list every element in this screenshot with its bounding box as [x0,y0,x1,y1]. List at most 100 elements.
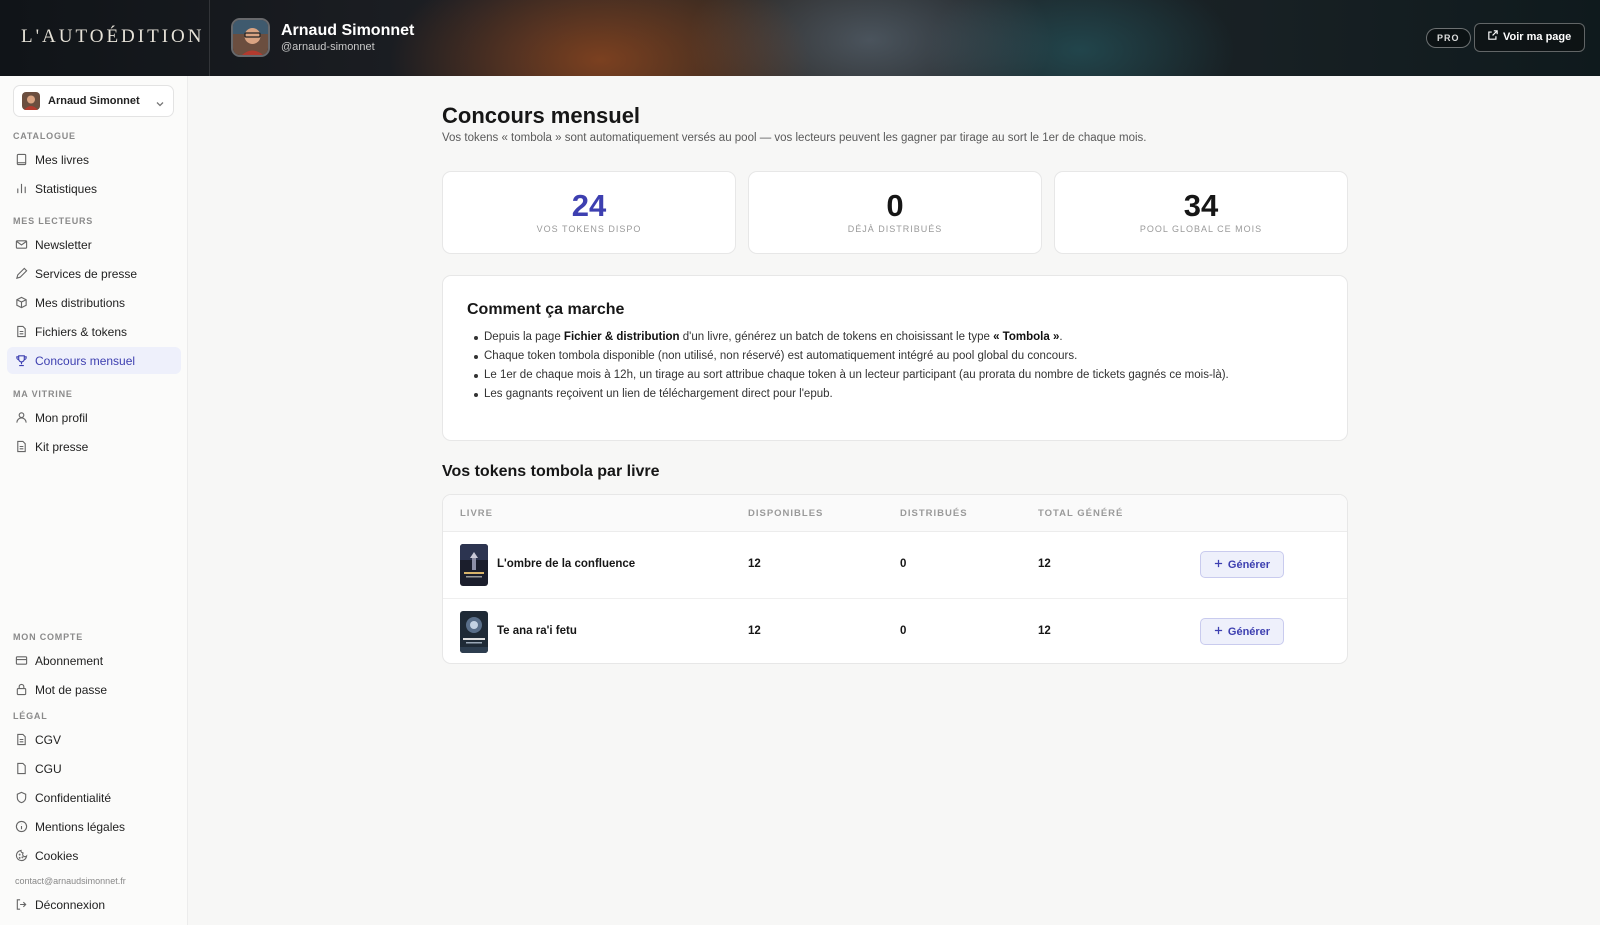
user-icon [15,411,28,424]
section-ma-vitrine: MA VITRINE [13,389,73,399]
stat-card-tokens-dispo: 24 VOS TOKENS DISPO [442,171,736,254]
text: d'un livre, générez un batch de tokens e… [679,331,994,343]
book-title[interactable]: Te ana ra'i fetu [497,625,577,637]
sidebar-item-label: Fichiers & tokens [35,324,128,339]
document-icon [15,440,28,453]
sidebar-item-label: Statistiques [35,181,98,196]
sidebar-item-mes-livres[interactable]: Mes livres [7,146,181,173]
emphasis: Fichier & distribution [563,331,680,343]
sidebar-item-cookies[interactable]: Cookies [7,842,181,869]
stat-card-pool-global: 34 POOL GLOBAL CE MOIS [1054,171,1348,254]
section-mes-lecteurs: MES LECTEURS [13,216,94,226]
sidebar-item-concours-mensuel[interactable]: Concours mensuel [7,347,181,374]
stat-label: VOS TOKENS DISPO [536,224,642,234]
generate-button[interactable]: Générer [1200,618,1284,645]
sidebar-item-label: Mon profil [35,410,88,425]
table-row: L'ombre de la confluence 12 0 12 Générer [443,532,1347,598]
sidebar-item-cgu[interactable]: CGU [7,755,181,782]
table-header: LIVRE DISPONIBLES DISTRIBUÉS TOTAL GÉNÉR… [443,495,1347,532]
author-handle: @arnaud-simonnet [281,41,375,53]
sidebar-item-distributions[interactable]: Mes distributions [7,289,181,316]
list-item: Les gagnants reçoivent un lien de téléch… [474,385,1229,404]
emphasis: « Tombola » [993,331,1060,343]
table-row: Te ana ra'i fetu 12 0 12 Générer [443,598,1347,663]
page-subtitle: Vos tokens « tombola » sont automatiquem… [442,132,1147,144]
sidebar-item-mon-profil[interactable]: Mon profil [7,404,181,431]
page-title: Concours mensuel [442,103,641,128]
sidebar-item-label: Mot de passe [35,682,108,697]
how-it-works-title: Comment ça marche [467,301,625,318]
section-mon-compte: MON COMPTE [13,632,83,642]
sidebar-item-services-presse[interactable]: Services de presse [7,260,181,287]
sidebar-item-statistiques[interactable]: Statistiques [7,175,181,202]
author-name: Arnaud Simonnet [281,22,415,39]
view-my-page-button[interactable]: Voir ma page [1474,23,1586,52]
sidebar-item-mot-de-passe[interactable]: Mot de passe [7,676,181,703]
logout-button[interactable]: Déconnexion [7,891,181,918]
sidebar-item-label: CGU [35,761,62,776]
logout-label: Déconnexion [35,897,106,912]
cell-total: 12 [1038,558,1051,570]
book-title[interactable]: L'ombre de la confluence [497,558,635,570]
stat-value: 0 [886,188,904,223]
document-icon [15,733,28,746]
sidebar-item-fichiers-tokens[interactable]: Fichiers & tokens [7,318,181,345]
bar-chart-icon [15,182,28,195]
pro-badge: PRO [1426,28,1471,48]
header-divider [209,0,210,76]
column-header-distribues: DISTRIBUÉS [900,508,968,519]
stat-value: 24 [571,188,607,223]
cell-disponibles: 12 [748,625,761,637]
sidebar-item-label: Confidentialité [35,790,112,805]
sidebar-item-newsletter[interactable]: Newsletter [7,231,181,258]
stat-card-deja-distribues: 0 DÉJÀ DISTRIBUÉS [748,171,1042,254]
sidebar-item-abonnement[interactable]: Abonnement [7,647,181,674]
how-it-works-card: Comment ça marche Depuis la page Fichier… [442,275,1348,441]
account-switcher[interactable]: Arnaud Simonnet [13,85,174,117]
plus-icon [1214,626,1223,638]
pen-icon [15,267,28,280]
list-item: Chaque token tombola disponible (non uti… [474,347,1229,366]
book-cover[interactable] [460,544,488,586]
lock-icon [15,683,28,696]
sidebar-item-mentions-legales[interactable]: Mentions légales [7,813,181,840]
column-header-livre: LIVRE [460,508,493,519]
stat-label: POOL GLOBAL CE MOIS [1139,224,1263,234]
list-item: Le 1er de chaque mois à 12h, un tirage a… [474,366,1229,385]
list-item: Depuis la page Fichier & distribution d'… [474,328,1229,347]
how-it-works-list: Depuis la page Fichier & distribution d'… [474,328,1229,404]
stat-label: DÉJÀ DISTRIBUÉS [847,224,943,234]
sidebar: Arnaud Simonnet CATALOGUE Mes livres Sta… [0,76,188,925]
sidebar-item-label: Mentions légales [35,819,126,834]
book-cover[interactable] [460,611,488,653]
view-my-page-label: Voir ma page [1503,31,1572,43]
mail-icon [15,238,28,251]
text: Depuis la page [484,331,564,343]
cell-distribues: 0 [900,625,907,637]
cookie-icon [15,849,28,862]
generate-button[interactable]: Générer [1200,551,1284,578]
sidebar-item-label: Kit presse [35,439,89,454]
sidebar-item-kit-presse[interactable]: Kit presse [7,433,181,460]
text: . [1059,331,1063,343]
brand-logo[interactable]: L'AUTOÉDITION [21,26,205,48]
sidebar-item-cgv[interactable]: CGV [7,726,181,753]
logout-icon [15,898,28,911]
sidebar-item-label: Newsletter [35,237,92,252]
sidebar-item-label: Services de presse [35,266,138,281]
account-avatar [22,92,40,110]
main-content: Concours mensuel Vos tokens « tombola » … [188,76,1600,925]
section-catalogue: CATALOGUE [13,131,76,141]
generate-label: Générer [1227,625,1271,638]
column-header-disponibles: DISPONIBLES [748,508,824,519]
cell-total: 12 [1038,625,1051,637]
sidebar-item-confidentialite[interactable]: Confidentialité [7,784,181,811]
sidebar-item-label: Concours mensuel [35,353,136,368]
generate-label: Générer [1227,558,1271,571]
section-legal: LÉGAL [13,711,48,721]
book-icon [15,153,28,166]
sidebar-item-label: Cookies [35,848,79,863]
sidebar-item-label: Mes distributions [35,295,126,310]
tokens-table: LIVRE DISPONIBLES DISTRIBUÉS TOTAL GÉNÉR… [442,494,1348,664]
sidebar-item-label: Abonnement [35,653,104,668]
